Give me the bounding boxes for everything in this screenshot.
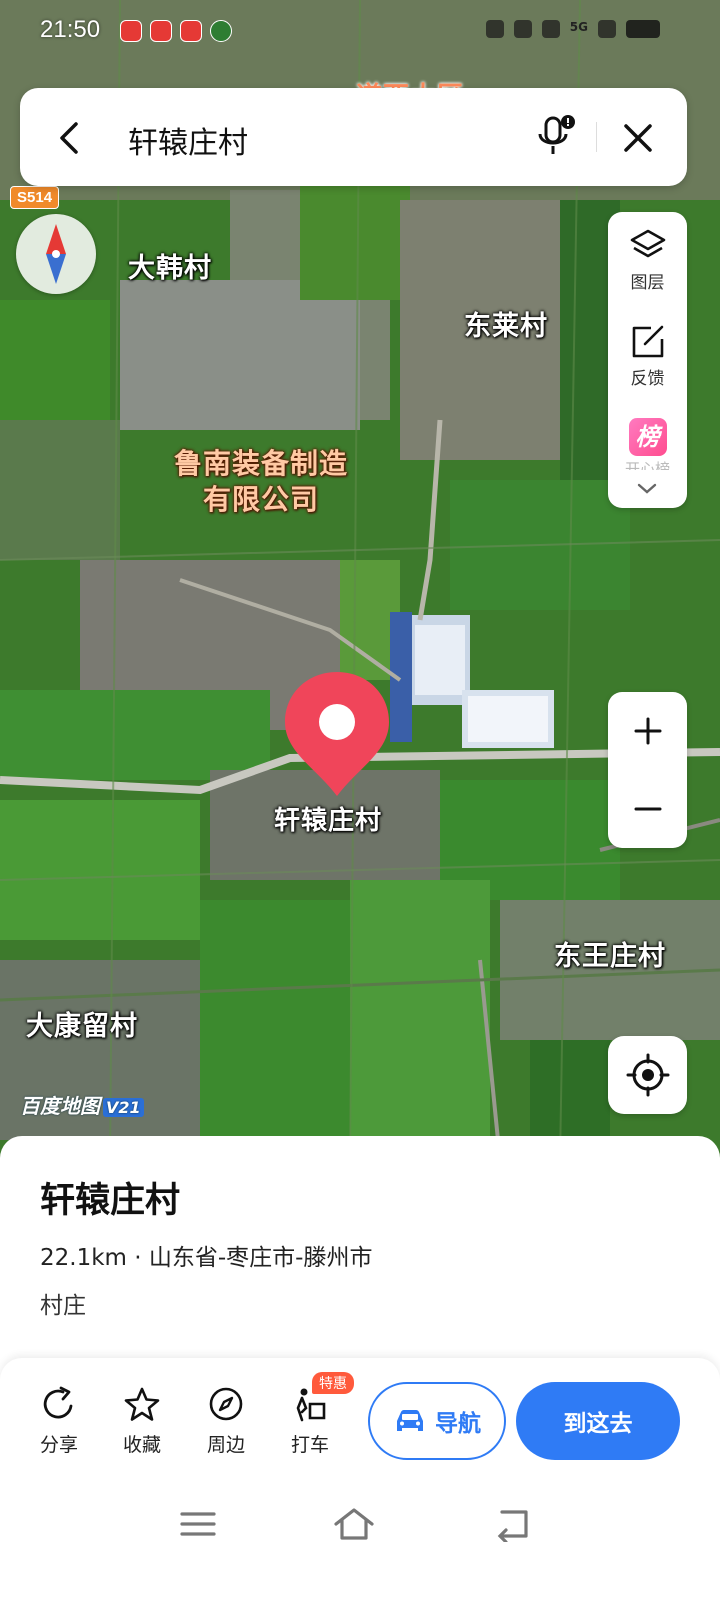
- map-label-selected[interactable]: 轩辕庄村: [274, 800, 382, 837]
- map-label-company[interactable]: 鲁南装备制造 有限公司: [174, 446, 348, 518]
- map-label-company-line2: 有限公司: [203, 483, 320, 516]
- ranking-icon: 榜: [628, 418, 667, 456]
- status-app-icons: [120, 20, 232, 42]
- feedback-label: 反馈: [630, 369, 665, 389]
- layers-label: 图层: [630, 273, 665, 293]
- plus-icon: [634, 717, 661, 745]
- layers-icon: [630, 229, 665, 258]
- ranking-button[interactable]: 榜 开心榜: [608, 418, 687, 470]
- map-label-dakangliu[interactable]: 大康留村: [26, 1004, 138, 1043]
- watermark-brand: 百度地图: [20, 1094, 100, 1118]
- action-bar: 分享 收藏 周边 打车 特惠 导航 到这去: [0, 1358, 720, 1482]
- location-icon: [513, 20, 532, 38]
- promo-badge: 特惠: [312, 1372, 354, 1394]
- hd-icon: [541, 20, 560, 38]
- place-title: 轩辕庄村: [40, 1181, 181, 1221]
- status-time: 21:50: [40, 16, 101, 43]
- alarm-icon: [485, 20, 504, 38]
- zoom-out-button[interactable]: [608, 770, 687, 848]
- share-icon: [43, 1386, 73, 1419]
- place-category: 村庄: [40, 1293, 86, 1319]
- map-label-company-line1: 鲁南装备制造: [174, 447, 349, 480]
- map-label-dongwangzhuang[interactable]: 东王庄村: [554, 934, 666, 973]
- app-notification-icon: [210, 20, 232, 42]
- status-bar: 21:50 5G: [0, 0, 720, 62]
- back-icon[interactable]: [492, 1506, 536, 1542]
- feedback-button[interactable]: 反馈: [608, 324, 687, 389]
- app-notification-icon: [150, 20, 172, 42]
- status-system-icons: 5G: [485, 20, 660, 38]
- home-icon[interactable]: [332, 1506, 376, 1542]
- minus-icon: [634, 807, 661, 811]
- chevron-down-icon[interactable]: [636, 482, 658, 496]
- share-button[interactable]: 分享: [24, 1386, 94, 1457]
- app-notification-icon: [180, 20, 202, 42]
- nearby-button[interactable]: 周边: [191, 1386, 261, 1457]
- system-navigation-bar: [0, 1480, 720, 1600]
- taxi-button[interactable]: 打车: [275, 1386, 345, 1457]
- app-notification-icon: [120, 20, 142, 42]
- network-type: 5G: [569, 20, 588, 34]
- map-watermark: 百度地图 V21: [20, 1090, 144, 1119]
- close-icon[interactable]: [618, 118, 658, 158]
- nearby-label: 周边: [206, 1434, 245, 1456]
- zoom-controls: [608, 692, 687, 848]
- map-label-donglai[interactable]: 东莱村: [464, 304, 548, 343]
- go-here-button[interactable]: 到这去: [516, 1382, 680, 1460]
- navigate-label: 导航: [435, 1411, 481, 1437]
- search-divider: [596, 122, 597, 152]
- crosshair-icon: [626, 1053, 669, 1097]
- favorite-label: 收藏: [122, 1434, 161, 1456]
- compass-icon: [46, 224, 66, 284]
- compass-nearby-icon: [209, 1387, 243, 1421]
- favorite-button[interactable]: 收藏: [107, 1386, 177, 1457]
- map-label-dahan[interactable]: 大韩村: [128, 246, 212, 285]
- wifi-icon: [598, 20, 616, 38]
- share-label: 分享: [39, 1434, 78, 1456]
- zoom-in-button[interactable]: [608, 692, 687, 770]
- microphone-icon[interactable]: [534, 112, 578, 162]
- menu-icon[interactable]: [176, 1506, 220, 1542]
- feedback-edit-icon: [632, 325, 663, 358]
- location-pin-icon[interactable]: [282, 668, 392, 800]
- search-query[interactable]: 轩辕庄村: [128, 118, 248, 162]
- navigate-button[interactable]: 导航: [368, 1382, 506, 1460]
- taxi-label: 打车: [290, 1434, 329, 1456]
- map-tool-panel: 图层 反馈 榜 开心榜: [608, 212, 687, 508]
- road-badge: S514: [10, 186, 60, 209]
- locate-me-button[interactable]: [608, 1036, 687, 1114]
- ranking-label: 开心榜: [624, 460, 670, 470]
- back-arrow-icon[interactable]: [50, 118, 90, 158]
- star-icon: [124, 1387, 160, 1421]
- place-distance-address: 22.1km · 山东省-枣庄市-滕州市: [40, 1245, 373, 1271]
- watermark-version: V21: [103, 1098, 144, 1117]
- car-icon: [397, 1410, 423, 1431]
- compass-button[interactable]: [16, 214, 96, 294]
- search-bar[interactable]: 轩辕庄村: [20, 88, 687, 186]
- battery-icon: [626, 20, 660, 38]
- layers-button[interactable]: 图层: [608, 228, 687, 293]
